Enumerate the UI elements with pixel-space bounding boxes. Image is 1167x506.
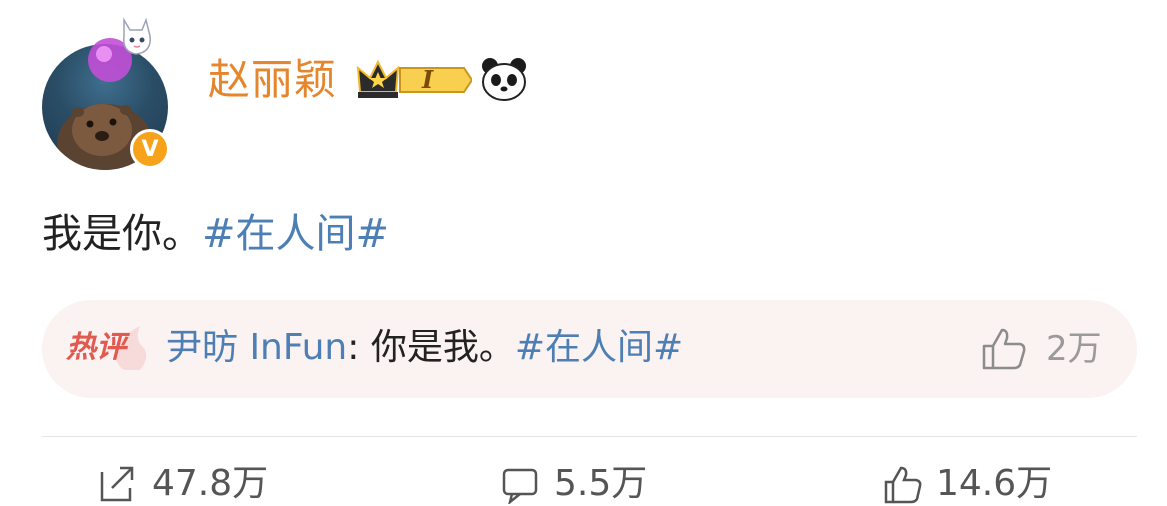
username[interactable]: 赵丽颖 [208, 52, 337, 108]
vip-badge[interactable]: I [356, 58, 474, 102]
divider [42, 436, 1137, 437]
comment-username-link[interactable]: 尹昉 InFun [166, 327, 347, 368]
hot-comment-like-count: 2万 [1046, 329, 1102, 369]
hot-comment-text: 尹昉 InFun: 你是我。#在人间# [166, 324, 683, 372]
comment-button[interactable]: 5.5万 [500, 462, 647, 506]
repost-button[interactable]: 47.8万 [98, 462, 268, 506]
avatar-pendant-icon [88, 17, 151, 82]
hot-comment-label: 热评 [66, 322, 152, 374]
post-text: 我是你。 [42, 211, 202, 257]
like-count: 14.6万 [936, 463, 1053, 504]
repost-count: 47.8万 [152, 463, 269, 504]
hot-comment[interactable]: 热评 尹昉 InFun: 你是我。#在人间# 2万 [42, 300, 1137, 398]
comment-body: 你是我。 [370, 327, 515, 368]
comment-separator: : [347, 327, 371, 368]
thumbs-up-icon[interactable] [980, 326, 1028, 372]
panda-icon [482, 58, 526, 101]
comment-count: 5.5万 [554, 463, 648, 504]
like-icon [884, 466, 922, 504]
verified-badge-icon: V [130, 129, 170, 169]
crown-icon [356, 59, 474, 98]
comment-icon [502, 468, 538, 504]
hot-comment-label-text: 热评 [66, 330, 126, 365]
like-button[interactable]: 14.6万 [882, 462, 1052, 506]
vip-level: I [422, 65, 434, 94]
avatar-area[interactable]: V [42, 14, 182, 174]
repost-icon [100, 466, 134, 502]
post-hashtag-link[interactable]: #在人间# [202, 211, 389, 257]
comment-hashtag-link[interactable]: #在人间# [515, 327, 683, 368]
post-content: 我是你。#在人间# [42, 208, 389, 260]
